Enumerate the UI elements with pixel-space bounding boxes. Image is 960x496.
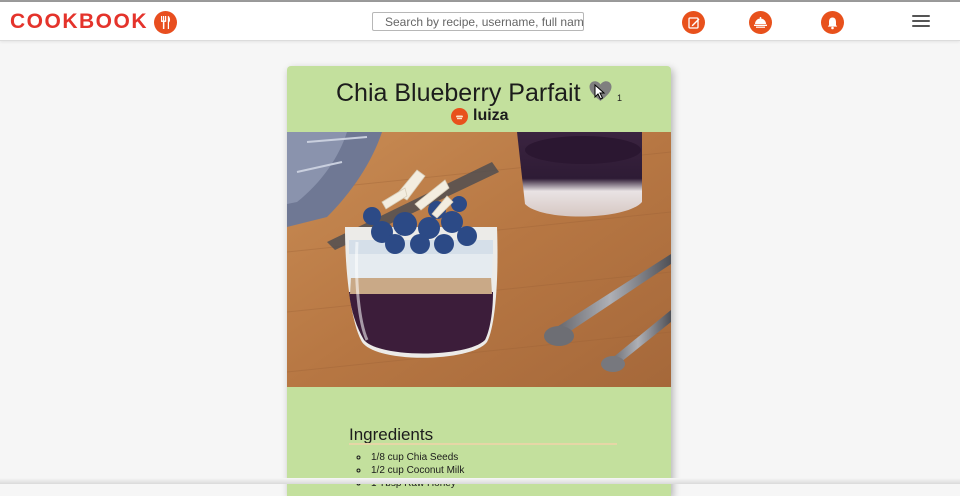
- ingredients-heading: Ingredients: [349, 425, 434, 444]
- ingredients-divider: [349, 443, 617, 445]
- recipe-card: Chia Blueberry Parfait 1 luiza Ingredien…: [287, 66, 671, 496]
- recipe-title: Chia Blueberry Parfait: [336, 79, 581, 107]
- mouse-pointer-icon: [594, 84, 606, 100]
- navbar: COOKBOOK: [0, 2, 960, 41]
- brand[interactable]: COOKBOOK: [10, 10, 177, 34]
- hamburger-menu-icon[interactable]: [912, 15, 930, 27]
- list-item: 1/2 cup Coconut Milk: [369, 464, 464, 477]
- avatar[interactable]: [451, 107, 468, 125]
- like-count: 1: [617, 93, 623, 103]
- author[interactable]: luiza: [451, 107, 509, 125]
- author-name[interactable]: luiza: [473, 107, 509, 125]
- brand-name[interactable]: COOKBOOK: [10, 10, 148, 34]
- ingredients-list: 1/8 cup Chia Seeds 1/2 cup Coconut Milk …: [349, 451, 464, 490]
- fork-knife-icon[interactable]: [154, 10, 177, 34]
- search-input[interactable]: [372, 12, 584, 31]
- page-bottom-edge: [0, 478, 960, 484]
- edit-recipe-icon[interactable]: [682, 11, 705, 34]
- recipe-photo[interactable]: [287, 132, 671, 387]
- notification-bell-icon[interactable]: [821, 11, 844, 34]
- list-item: 1/8 cup Chia Seeds: [369, 451, 464, 464]
- dish-icon[interactable]: [749, 11, 772, 34]
